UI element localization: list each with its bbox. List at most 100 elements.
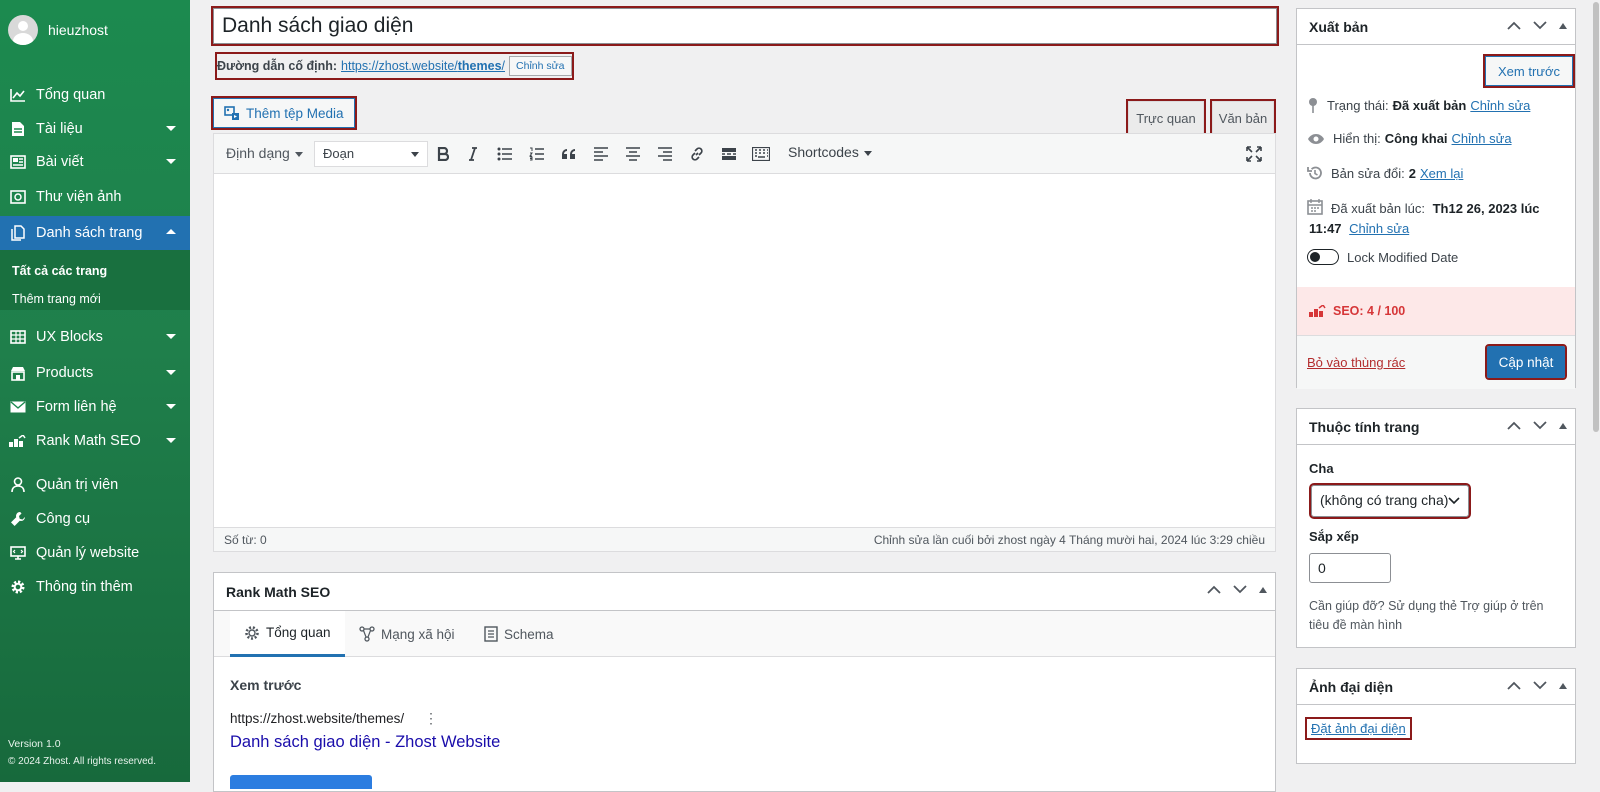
- seo-score: SEO: 4 / 100: [1333, 304, 1406, 318]
- tab-visual[interactable]: Trực quan: [1126, 99, 1206, 137]
- sidebar-item-pages[interactable]: Danh sách trang: [0, 216, 190, 250]
- tab-text[interactable]: Văn bản: [1210, 99, 1276, 137]
- sidebar-item-label: Bài viết: [36, 154, 84, 170]
- rank-math-header: Rank Math SEO: [214, 573, 1275, 611]
- chevron-up-icon[interactable]: [1507, 681, 1521, 690]
- align-right-icon[interactable]: [654, 144, 676, 164]
- collapse-toggle-icon[interactable]: [1259, 586, 1267, 593]
- shortcodes-menu[interactable]: Shortcodes: [788, 144, 872, 160]
- chevron-up-icon[interactable]: [1507, 21, 1521, 30]
- move-to-trash-link[interactable]: Bỏ vào thùng rác: [1307, 355, 1405, 370]
- page-title-input[interactable]: Danh sách giao diện: [211, 6, 1279, 46]
- sidebar-item-rank-math[interactable]: Rank Math SEO: [0, 424, 190, 458]
- sidebar-item-overview[interactable]: Tổng quan: [0, 78, 190, 112]
- rank-math-icon: [1309, 305, 1326, 317]
- chevron-down-icon[interactable]: [1533, 681, 1547, 690]
- last-edited-info: Chỉnh sửa lần cuối bởi zhost ngày 4 Thán…: [873, 533, 1265, 547]
- lock-modified-date-row: Lock Modified Date: [1307, 249, 1458, 265]
- chevron-down-icon[interactable]: [1533, 21, 1547, 30]
- serp-preview-url: https://zhost.website/themes/: [230, 711, 405, 726]
- submenu-add-new-page[interactable]: Thêm trang mới: [12, 292, 101, 306]
- format-menu[interactable]: Định dạng: [226, 145, 303, 161]
- edit-snippet-button[interactable]: [230, 775, 372, 789]
- sidebar-item-documents[interactable]: Tài liệu: [0, 112, 190, 146]
- page-attributes-header: Thuộc tính trang: [1297, 409, 1575, 445]
- collapse-toggle-icon[interactable]: [1559, 22, 1567, 29]
- page-attributes-box: Thuộc tính trang Cha (không có trang cha…: [1296, 408, 1576, 648]
- sidebar-item-tools[interactable]: Công cụ: [0, 502, 190, 536]
- align-center-icon[interactable]: [622, 144, 644, 164]
- chevron-down-icon[interactable]: [1533, 421, 1547, 430]
- sidebar-item-label: Rank Math SEO: [36, 433, 141, 449]
- sidebar-item-more-info[interactable]: Thông tin thêm: [0, 570, 190, 604]
- permalink-edit-button[interactable]: Chỉnh sửa: [509, 56, 572, 76]
- store-icon: [9, 364, 27, 382]
- keyboard-icon[interactable]: [750, 144, 772, 164]
- preview-button[interactable]: Xem trước: [1482, 54, 1576, 88]
- add-media-button[interactable]: Thêm tệp Media: [211, 96, 357, 130]
- collapse-toggle-icon[interactable]: [1559, 682, 1567, 689]
- sidebar-item-label: Danh sách trang: [36, 225, 143, 241]
- align-left-icon[interactable]: [590, 144, 612, 164]
- tab-overview[interactable]: Tổng quan: [230, 611, 345, 657]
- sidebar-item-users[interactable]: Quản trị viên: [0, 468, 190, 502]
- monitor-icon: [9, 544, 27, 562]
- sidebar-item-media[interactable]: Thư viện ảnh: [0, 180, 190, 214]
- visibility-edit-link[interactable]: Chỉnh sửa: [1452, 131, 1512, 146]
- date-edit-link[interactable]: Chỉnh sửa: [1349, 221, 1409, 236]
- content-editor[interactable]: Định dạng Đoạn Shortcodes Số từ: 0 Chỉnh…: [213, 133, 1276, 552]
- rank-math-title: Rank Math SEO: [226, 584, 331, 600]
- collapse-toggle-icon[interactable]: [1559, 422, 1567, 429]
- sidebar-item-contact-form[interactable]: Form liên hệ: [0, 390, 190, 424]
- block-format-select[interactable]: Đoạn: [314, 141, 428, 167]
- italic-icon[interactable]: [462, 144, 484, 164]
- link-icon[interactable]: [686, 144, 708, 164]
- page-scrollbar[interactable]: [1592, 0, 1600, 782]
- parent-page-select[interactable]: (không có trang cha): [1309, 483, 1471, 519]
- serp-preview-title[interactable]: Danh sách giao diện - Zhost Website: [230, 733, 500, 752]
- lock-modified-date-label: Lock Modified Date: [1347, 249, 1459, 265]
- read-more-icon[interactable]: [718, 144, 740, 164]
- status-edit-link[interactable]: Chỉnh sửa: [1470, 98, 1530, 113]
- publish-actions: Bỏ vào thùng rác Cập nhật: [1297, 335, 1575, 389]
- sidebar-item-ux-blocks[interactable]: UX Blocks: [0, 320, 190, 354]
- submenu-all-pages[interactable]: Tất cả các trang: [12, 264, 107, 278]
- bullet-list-icon[interactable]: [494, 144, 516, 164]
- pin-icon: [1309, 98, 1317, 113]
- sidebar-item-label: Products: [36, 365, 94, 381]
- update-button[interactable]: Cập nhật: [1485, 344, 1567, 380]
- lock-modified-date-toggle[interactable]: [1307, 249, 1339, 265]
- sidebar-item-products[interactable]: Products: [0, 356, 190, 390]
- sidebar-item-label: Tổng quan: [36, 87, 106, 103]
- share-network-icon: [359, 626, 375, 642]
- sidebar-item-website-manager[interactable]: Quản lý website: [0, 536, 190, 570]
- wrench-icon: [9, 510, 27, 528]
- tab-schema[interactable]: Schema: [484, 611, 554, 657]
- publish-visibility-row: Hiển thị: Công khai Chỉnh sửa: [1307, 131, 1512, 146]
- chevron-up-icon[interactable]: [1207, 585, 1221, 594]
- menu-order-input[interactable]: 0: [1309, 553, 1391, 583]
- seo-score-row[interactable]: SEO: 4 / 100: [1297, 287, 1575, 335]
- chevron-up-icon[interactable]: [1507, 421, 1521, 430]
- rank-math-panel: Rank Math SEO Tổng quan Mạng xã hội Sche…: [213, 572, 1276, 792]
- tab-social[interactable]: Mạng xã hội: [359, 611, 455, 657]
- user-profile[interactable]: hieuzhost: [8, 14, 108, 46]
- scrollbar-thumb[interactable]: [1593, 2, 1599, 432]
- publish-revisions-row: Bản sửa đổi: 2 Xem lại: [1307, 165, 1463, 181]
- numbered-list-icon[interactable]: [526, 144, 548, 164]
- sidebar-item-posts[interactable]: Bài viết: [0, 145, 190, 179]
- rank-math-tabs: Tổng quan Mạng xã hội Schema: [214, 611, 1275, 657]
- set-featured-image-link[interactable]: Đặt ảnh đại diện: [1305, 717, 1412, 740]
- eye-icon: [1308, 133, 1324, 144]
- more-options-icon[interactable]: ⋮: [424, 710, 438, 727]
- mail-icon: [9, 398, 27, 416]
- sidebar-item-label: Quản lý website: [36, 545, 140, 561]
- featured-image-box: Ảnh đại diện Đặt ảnh đại diện: [1296, 668, 1576, 764]
- fullscreen-icon[interactable]: [1243, 144, 1265, 164]
- blockquote-icon[interactable]: [558, 144, 580, 164]
- permalink-link[interactable]: https://zhost.website/themes/: [341, 59, 505, 73]
- permalink-bar: Đường dẫn cố định: https://zhost.website…: [215, 52, 574, 80]
- chevron-down-icon[interactable]: [1233, 585, 1247, 594]
- bold-icon[interactable]: [432, 144, 454, 164]
- revisions-browse-link[interactable]: Xem lại: [1420, 166, 1463, 181]
